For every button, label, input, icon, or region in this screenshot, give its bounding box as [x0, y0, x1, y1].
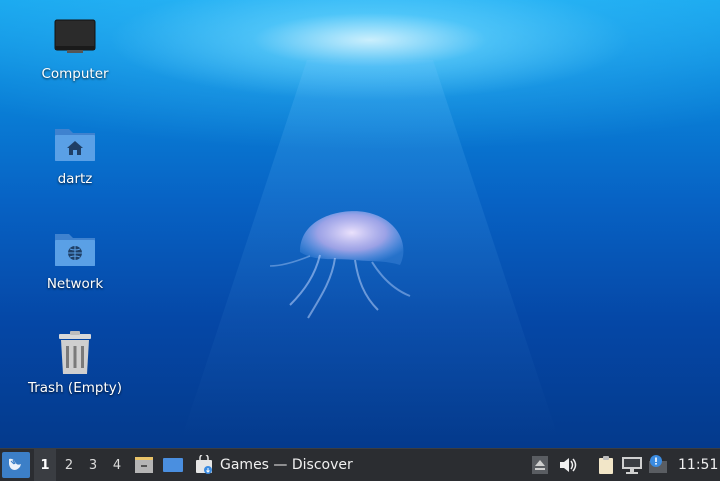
task-title: Games — Discover	[220, 457, 353, 473]
desktop-icon-label: Network	[46, 276, 104, 292]
trash-icon	[51, 330, 99, 378]
desktop-icon-computer[interactable]: Computer	[25, 16, 125, 82]
eject-icon	[532, 456, 548, 474]
jellyfish-image	[269, 211, 411, 319]
eject-button[interactable]	[528, 449, 552, 481]
clipboard-icon	[599, 456, 613, 474]
desktop-icon-home[interactable]: dartz	[25, 121, 125, 187]
discover-store-icon	[196, 455, 212, 474]
network-status-button[interactable]	[620, 449, 644, 481]
workspace-3[interactable]: 3	[82, 449, 104, 481]
workspace-2[interactable]: 2	[58, 449, 80, 481]
workspace-1[interactable]: 1	[34, 449, 56, 481]
desktop-icon-label: Trash (Empty)	[27, 380, 123, 396]
volume-button[interactable]	[556, 449, 580, 481]
desktop-icon-network[interactable]: Network	[25, 226, 125, 292]
wired-network-icon	[622, 457, 642, 474]
notifications-button[interactable]	[646, 449, 670, 481]
panel-clock[interactable]: 11:51	[678, 449, 718, 481]
desktop-icon-label: dartz	[57, 171, 93, 187]
notification-alert-icon	[649, 455, 667, 473]
speaker-icon	[560, 458, 577, 472]
monitor-icon	[51, 16, 99, 64]
file-manager-launcher[interactable]	[132, 449, 156, 481]
show-desktop-button[interactable]	[160, 449, 186, 481]
file-cabinet-icon	[135, 457, 153, 473]
whisker-menu-icon	[9, 458, 21, 470]
bottom-panel: 1 2 3 4 Games — Discover 11:51	[0, 448, 720, 481]
clipboard-button[interactable]	[594, 449, 618, 481]
desktop-icon	[163, 458, 183, 472]
workspace-4[interactable]: 4	[106, 449, 128, 481]
desktop-background: Computer dartz Network Trash (Empty)	[0, 0, 720, 448]
home-folder-icon	[51, 121, 99, 169]
network-folder-icon	[51, 226, 99, 274]
application-menu-button[interactable]	[2, 452, 30, 478]
desktop-icon-trash[interactable]: Trash (Empty)	[25, 330, 125, 396]
desktop-icon-label: Computer	[41, 66, 109, 82]
taskbar-window-discover[interactable]: Games — Discover	[194, 449, 353, 481]
